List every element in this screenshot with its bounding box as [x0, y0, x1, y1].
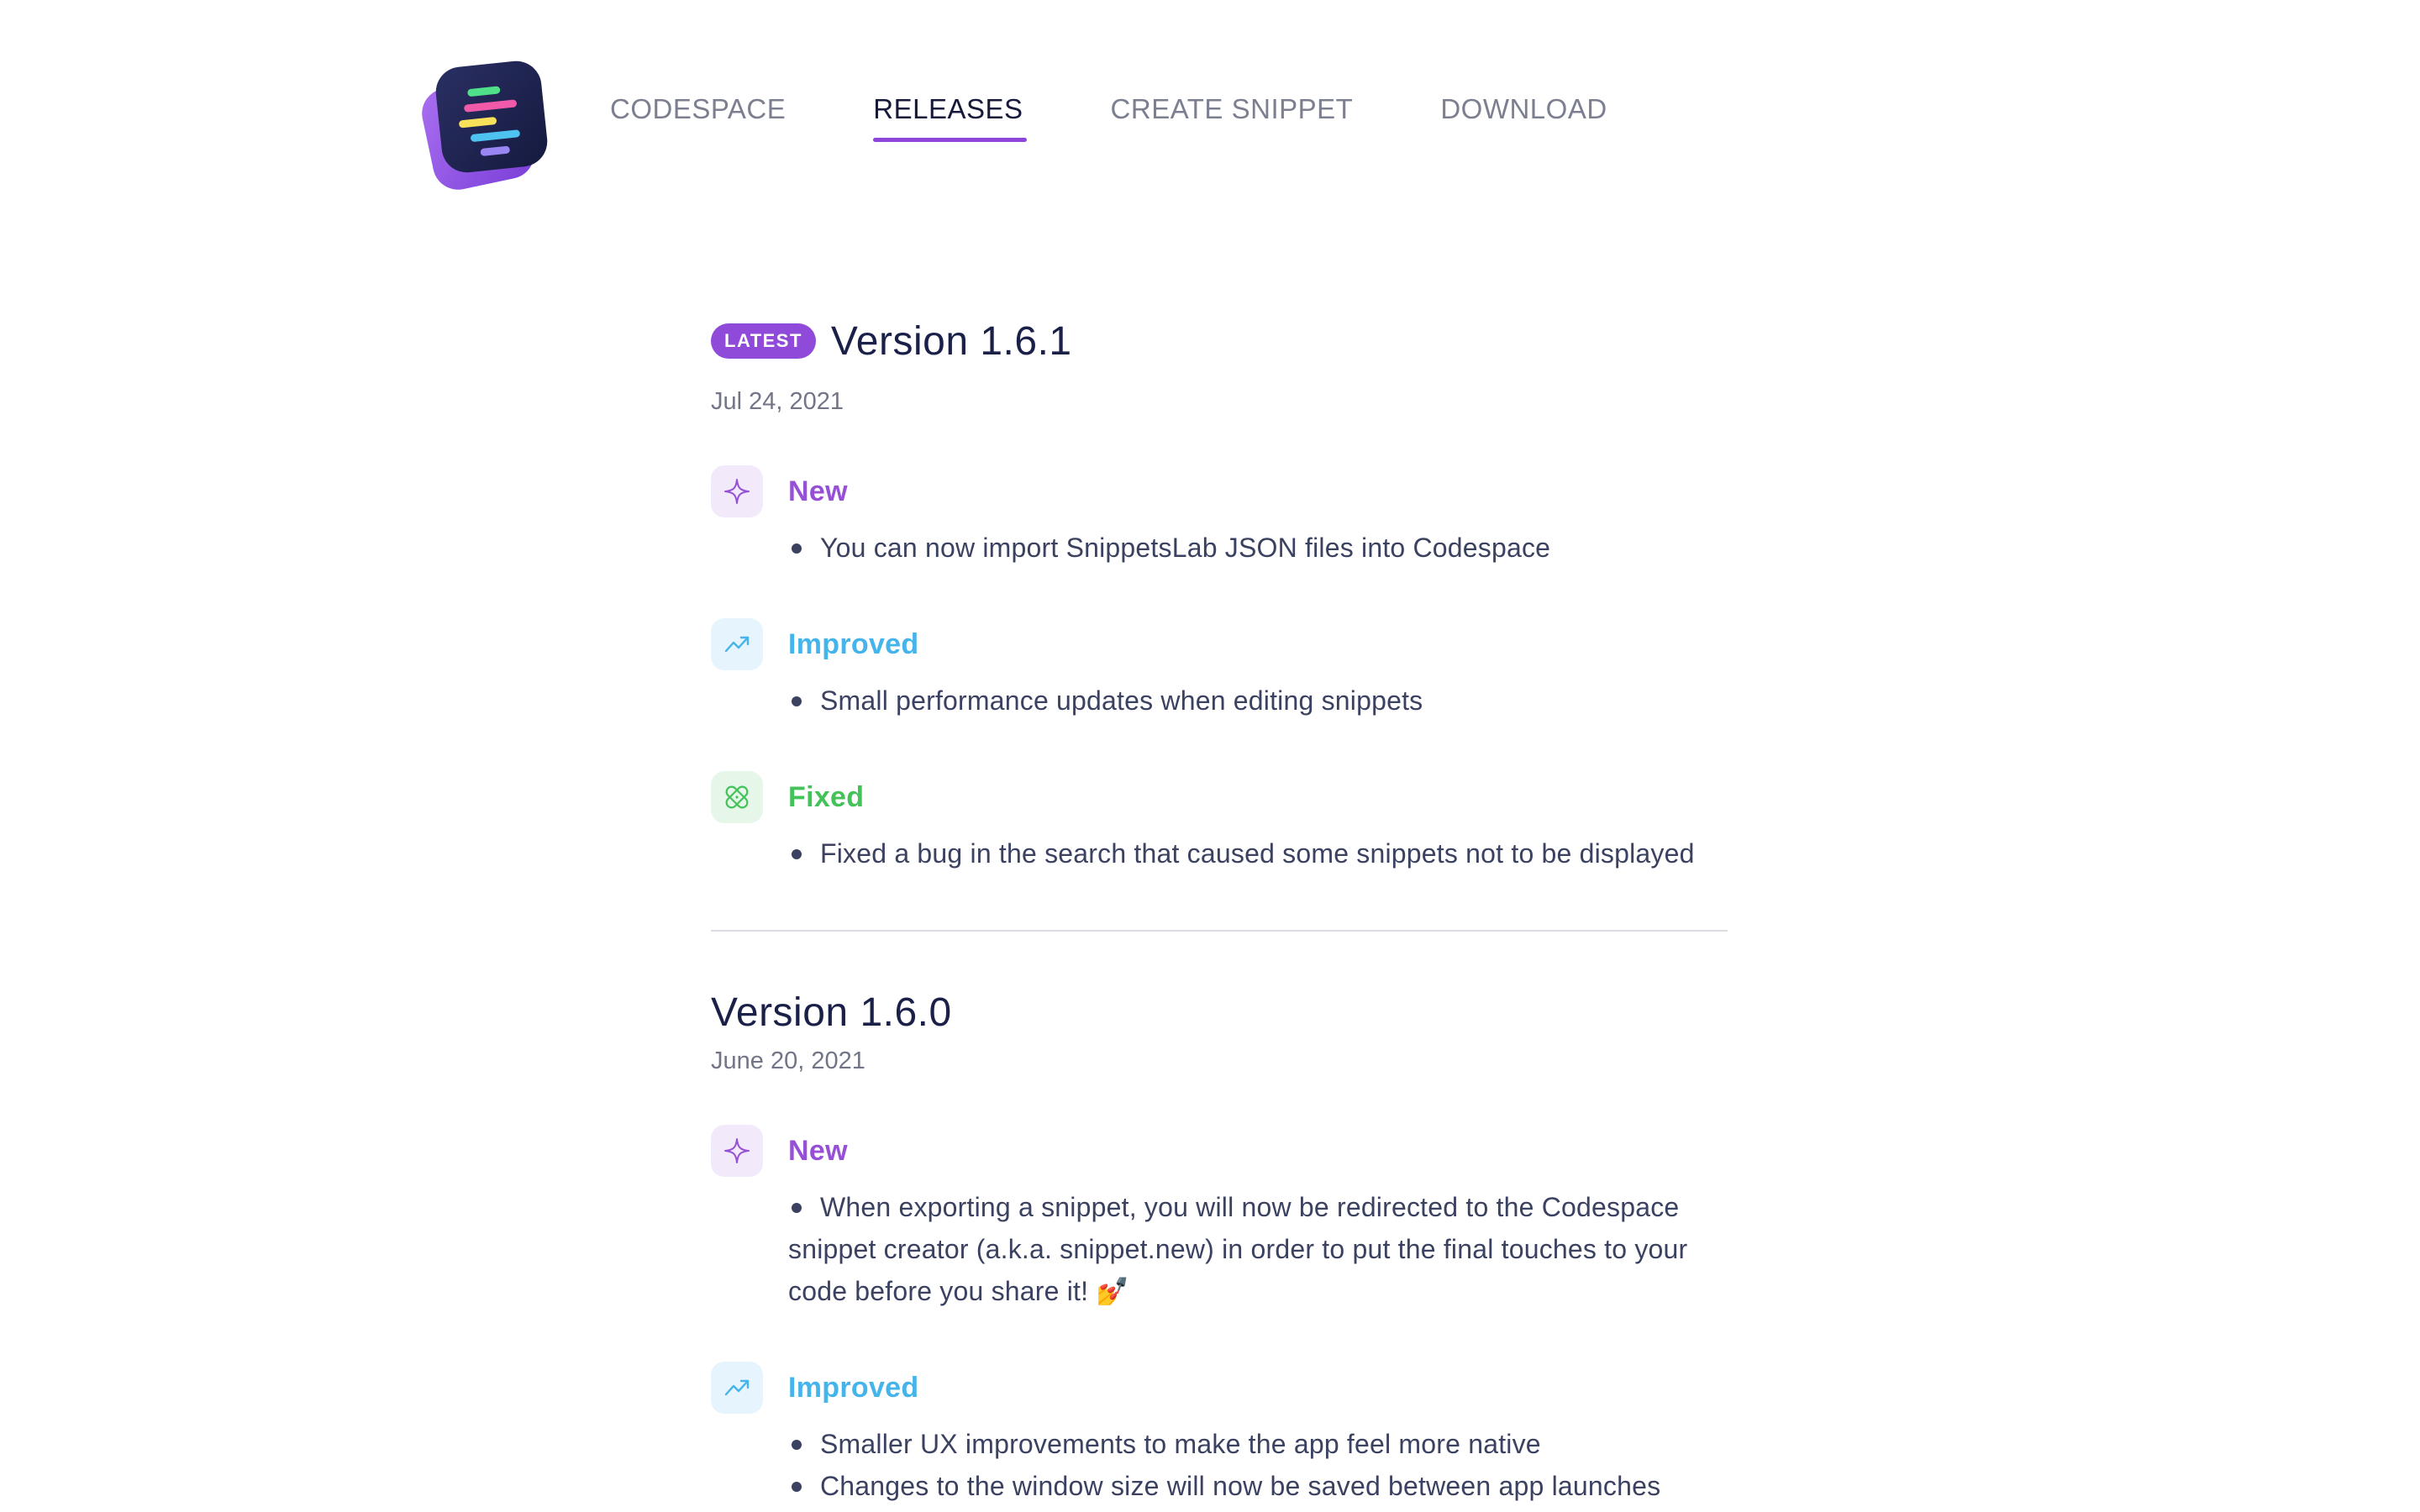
section-title-new: New [788, 475, 848, 507]
release-header: LATEST Version 1.6.1 [711, 311, 1728, 371]
version-title: Version 1.6.0 [711, 990, 952, 1035]
section-title-improved: Improved [788, 1371, 919, 1404]
latest-badge: LATEST [711, 323, 816, 359]
bandage-icon [711, 771, 763, 823]
list-item: Small performance updates when editing s… [788, 680, 1728, 722]
section-title-fixed: Fixed [788, 780, 865, 813]
section-new: New You can now import SnippetsLab JSON … [711, 465, 1728, 569]
sparkle-icon [711, 1125, 763, 1177]
release-date: June 20, 2021 [711, 1047, 865, 1074]
release-divider [711, 930, 1728, 932]
release-1-6-1: LATEST Version 1.6.1 Jul 24, 2021 New Yo… [711, 311, 1728, 874]
list-item: You can now import SnippetsLab JSON file… [788, 527, 1728, 569]
list-item: When exporting a snippet, you will now b… [788, 1192, 1688, 1306]
release-header: Version 1.6.0 [711, 987, 1728, 1037]
section-title-new: New [788, 1134, 848, 1167]
nav-download[interactable]: DOWNLOAD [1440, 92, 1607, 126]
section-title-improved: Improved [788, 627, 919, 660]
trending-up-icon [711, 618, 763, 670]
trending-up-icon [711, 1362, 763, 1414]
list-item: Fixed a bug in the search that caused so… [788, 832, 1728, 874]
version-title: Version 1.6.1 [830, 318, 1072, 364]
app-logo-icon [422, 60, 548, 190]
main-nav: CODESPACE RELEASES CREATE SNIPPET DOWNLO… [610, 92, 1695, 151]
section-fixed: Fixed Fixed a bug in the search that cau… [711, 770, 1728, 874]
release-date: Jul 24, 2021 [711, 388, 844, 415]
release-1-6-0: Version 1.6.0 June 20, 2021 New When exp… [711, 987, 1728, 1507]
list-item: Changes to the window size will now be s… [788, 1465, 1728, 1507]
section-new: New When exporting a snippet, you will n… [711, 1124, 1728, 1312]
codespace-logo[interactable] [420, 59, 555, 193]
nav-create-snippet[interactable]: CREATE SNIPPET [1111, 92, 1354, 126]
section-improved: Improved Smaller UX improvements to make… [711, 1361, 1728, 1507]
releases-list: LATEST Version 1.6.1 Jul 24, 2021 New Yo… [711, 311, 1728, 1507]
section-improved: Improved Small performance updates when … [711, 617, 1728, 722]
nav-releases[interactable]: RELEASES [873, 92, 1027, 142]
nav-codespace[interactable]: CODESPACE [610, 92, 786, 126]
list-item: Smaller UX improvements to make the app … [788, 1423, 1728, 1465]
sparkle-icon [711, 465, 763, 517]
